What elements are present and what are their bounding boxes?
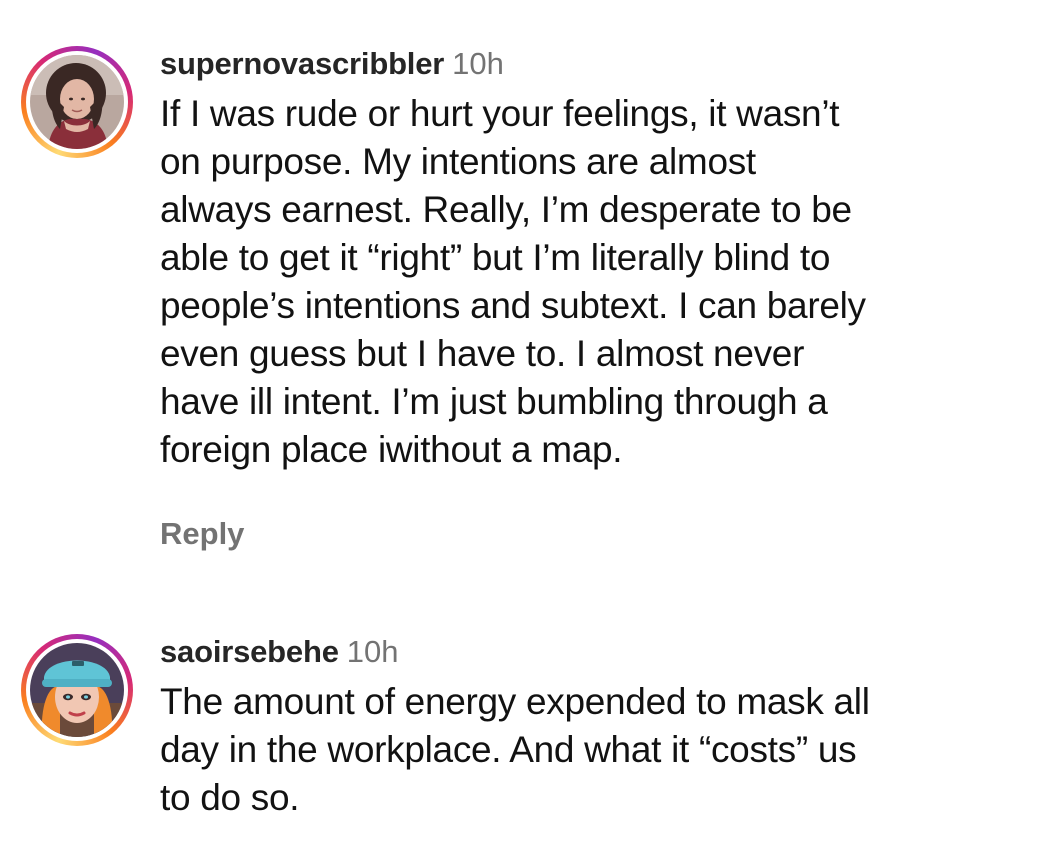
comment-text-line: foreign place iwithout a map.	[160, 429, 623, 470]
comment-text-line: have ill intent. I’m just bumbling throu…	[160, 381, 828, 422]
profile-photo-icon	[30, 55, 124, 149]
comment-text-line: people’s intentions and subtext. I can b…	[160, 285, 866, 326]
comment-text-line: to do so.	[160, 777, 300, 818]
comment-text-line: day in the workplace. And what it “costs…	[160, 729, 857, 770]
comment-text-line: even guess but I have to. I almost never	[160, 333, 805, 374]
comment-body: saoirsebehe 10h The amount of energy expe…	[160, 628, 1020, 822]
comment-header: supernovascribbler 10h	[160, 40, 1020, 88]
comment-header: saoirsebehe 10h	[160, 628, 1020, 676]
profile-illustration-icon	[30, 643, 124, 737]
comment-text-line: If I was rude or hurt your feelings, it …	[160, 93, 840, 134]
comment-text-line: on purpose. My intentions are almost	[160, 141, 756, 182]
comment-text: The amount of energy expended to mask al…	[160, 678, 1020, 822]
comment-text-line: able to get it “right” but I’m literally…	[160, 237, 831, 278]
avatar[interactable]	[21, 634, 133, 746]
username[interactable]: supernovascribbler	[160, 46, 444, 81]
avatar[interactable]	[21, 46, 133, 158]
comment-text: If I was rude or hurt your feelings, it …	[160, 90, 1020, 474]
reply-button[interactable]: Reply	[160, 516, 244, 552]
username[interactable]: saoirsebehe	[160, 634, 339, 669]
timestamp: 10h	[346, 634, 399, 669]
comment-text-line: always earnest. Really, I’m desperate to…	[160, 189, 852, 230]
timestamp: 10h	[452, 46, 504, 81]
comment-text-line: The amount of energy expended to mask al…	[160, 681, 870, 722]
comment-body: supernovascribbler 10h If I was rude or h…	[160, 40, 1020, 552]
